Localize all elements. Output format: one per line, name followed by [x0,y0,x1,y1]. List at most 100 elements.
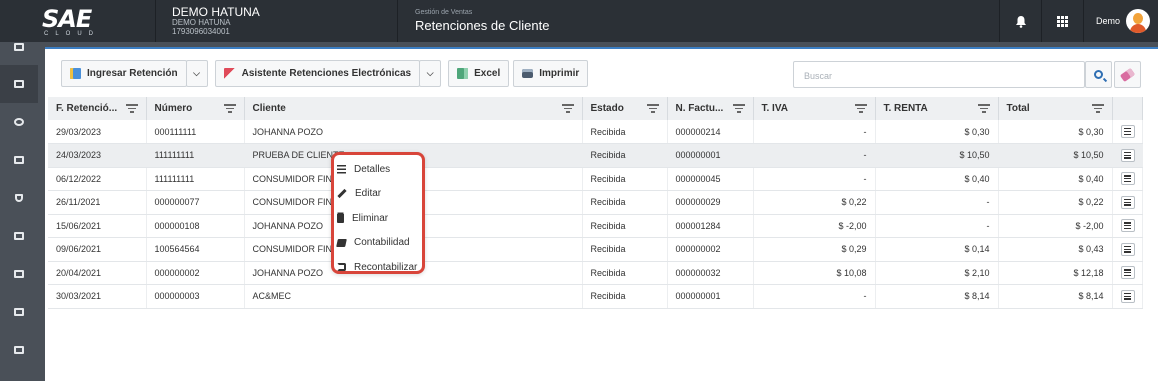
table-row[interactable]: 30/03/2021 000000003 AC&MEC Recibida 0000000… [48,284,1143,309]
column-header-total[interactable]: Total [998,97,1113,120]
cell-renta: $ 0,30 [875,120,999,144]
cell-total: $ -2,00 [998,214,1113,238]
column-header-estado[interactable]: Estado [582,97,668,120]
list-icon [337,164,346,174]
column-header-factura[interactable]: N. Factu... [667,97,754,120]
filter-icon[interactable] [223,104,236,113]
cell-estado: Recibida [582,120,668,144]
menu-item-editar[interactable]: Editar [334,182,422,207]
asistente-retenciones-button[interactable]: Asistente Retenciones Electrónicas [214,60,421,87]
cell-fecha: 24/03/2023 [48,143,147,168]
cell-renta: $ 10,50 [875,143,999,168]
dashboard-icon [14,43,24,51]
sidebar-item-banks[interactable] [0,255,38,293]
row-menu-button[interactable] [1120,289,1135,303]
clear-filters-button[interactable] [1114,61,1141,88]
cell-fecha: 29/03/2023 [48,120,147,144]
cell-total: $ 8,14 [998,284,1113,309]
filter-icon[interactable] [1091,104,1104,113]
column-label: T. IVA [761,103,788,114]
notifications-button[interactable] [999,0,1041,42]
row-menu-button[interactable] [1120,195,1135,209]
filter-icon[interactable] [561,104,574,113]
cell-cliente: JOHANNA POZO [244,120,583,144]
cell-renta: $ 8,14 [875,284,999,309]
table-row[interactable]: 09/06/2021 100564564 CONSUMIDOR FINAL Recib… [48,237,1143,262]
menu-item-eliminar[interactable]: Eliminar [334,206,422,231]
filter-icon[interactable] [125,104,138,113]
sidebar-item-payments[interactable] [0,141,38,179]
imprimir-button[interactable]: Imprimir [513,60,589,87]
row-menu-button[interactable] [1120,266,1135,280]
asistente-retenciones-label: Asistente Retenciones Electrónicas [241,68,412,79]
ingresar-retencion-dropdown[interactable]: ⌵ [185,60,208,87]
table-row[interactable]: 26/11/2021 000000077 CONSUMIDOR FINAL Recib… [48,190,1143,215]
table-row[interactable]: 29/03/2023 000111111 JOHANNA POZO Recibida 0… [48,120,1143,144]
cell-actions [1112,120,1143,144]
menu-item-contabilidad[interactable]: Contabilidad [334,231,422,256]
sidebar-item-security[interactable] [0,179,38,217]
cell-estado: Recibida [582,214,668,238]
row-menu-button[interactable] [1120,172,1135,186]
cell-factura: 000000214 [667,120,754,144]
cell-factura: 000001284 [667,214,754,238]
row-menu-button[interactable] [1120,148,1135,162]
shield-icon [15,194,23,202]
row-menu-button[interactable] [1120,219,1135,233]
bell-icon [1015,15,1026,28]
table-row[interactable]: 20/04/2021 000000002 JOHANNA POZO Recibida 0… [48,261,1143,285]
sidebar-item-dashboard[interactable] [0,28,38,66]
sidebar-item-lists[interactable] [0,331,38,369]
logo-subtext: CLOUD [44,31,101,37]
filter-icon[interactable] [732,104,745,113]
sidebar-item-accounting[interactable] [0,293,38,331]
filter-icon[interactable] [646,104,659,113]
cell-total: $ 10,50 [998,143,1113,168]
row-context-menu: Detalles Editar Eliminar Contabilidad Re… [331,152,425,274]
apps-button[interactable] [1041,0,1083,42]
document-icon [70,68,81,79]
cell-numero: 000000002 [146,261,245,285]
table-row[interactable]: 06/12/2022 111111111 CONSUMIDOR FINAL Recib… [48,167,1143,191]
column-header-renta[interactable]: T. RENTA [875,97,999,120]
column-header-cliente[interactable]: Cliente [244,97,583,120]
excel-button[interactable]: Excel [448,60,510,87]
column-header-iva[interactable]: T. IVA [753,97,876,120]
cell-factura: 000000029 [667,190,754,215]
company-selector[interactable]: DEMO HATUNA DEMO HATUNA 1793096034001 [155,0,398,42]
filter-icon[interactable] [854,104,867,113]
cell-numero: 000000077 [146,190,245,215]
cell-actions [1112,214,1143,238]
table-row[interactable]: 24/03/2023 111111111 PRUEBA DE CLIENTE Reci… [48,143,1143,168]
asistente-retenciones-dropdown[interactable]: ⌵ [419,60,442,87]
sidebar [0,42,38,381]
row-menu-button[interactable] [1120,242,1135,256]
cell-estado: Recibida [582,190,668,215]
menu-item-recontabilizar[interactable]: Recontabilizar [334,255,422,280]
cell-numero: 000111111 [146,120,245,144]
column-header-numero[interactable]: Número [146,97,245,120]
search-input[interactable]: Buscar [793,61,1085,88]
column-label: Total [1006,103,1030,114]
sidebar-item-invoices[interactable] [0,65,38,103]
printer-icon [522,69,534,78]
menu-item-label: Recontabilizar [354,261,418,273]
column-label: Número [154,103,193,114]
column-label: T. RENTA [883,103,928,114]
main-panel: Ingresar Retención ⌵ Asistente Retencion… [45,47,1158,381]
search-button[interactable] [1085,61,1112,88]
pie-chart-icon [14,118,24,126]
ingresar-retencion-button[interactable]: Ingresar Retención [61,60,187,87]
table-row[interactable]: 15/06/2021 000000108 JOHANNA POZO Recibida 0… [48,214,1143,238]
book-icon [336,238,347,247]
sidebar-item-reports[interactable] [0,103,38,141]
filter-icon[interactable] [977,104,990,113]
cell-numero: 000000003 [146,284,245,309]
row-menu-button[interactable] [1120,125,1135,138]
cell-cliente: AC&MEC [244,284,583,309]
menu-item-detalles[interactable]: Detalles [334,157,422,182]
column-header-fecha[interactable]: F. Retenció... [48,97,147,120]
sidebar-item-purchases[interactable] [0,217,38,255]
menu-item-label: Eliminar [352,212,389,224]
user-menu[interactable]: Demo [1083,0,1158,42]
